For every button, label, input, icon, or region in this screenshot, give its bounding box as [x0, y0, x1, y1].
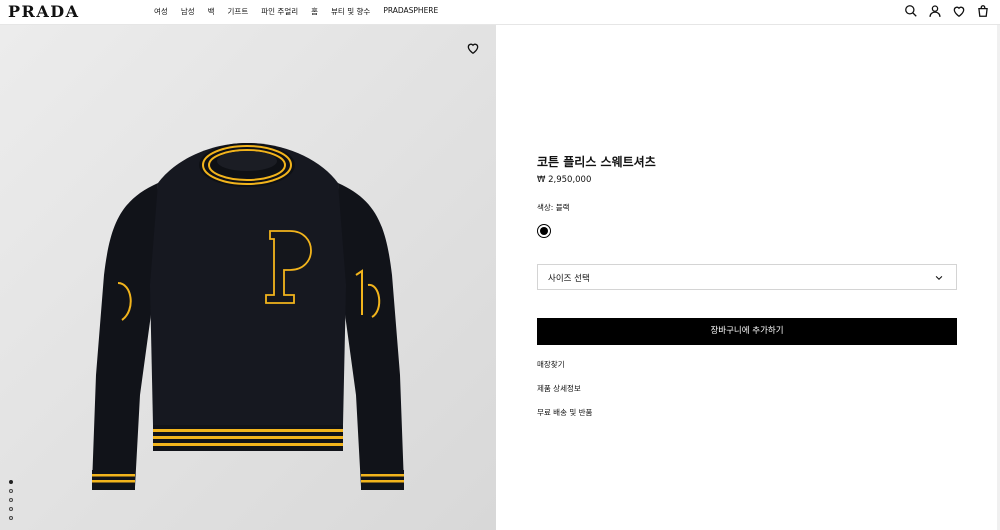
add-to-cart-button[interactable]: 장바구니에 추가하기 [537, 318, 957, 345]
gallery-dot[interactable] [9, 516, 13, 520]
nav-men[interactable]: 남성 [181, 6, 195, 17]
nav-gifts[interactable]: 기프트 [228, 6, 249, 17]
wishlist-icon[interactable] [952, 4, 966, 18]
search-icon[interactable] [904, 4, 918, 18]
nav-fine-jewelry[interactable]: 파인 주얼리 [261, 6, 298, 17]
header-actions [904, 4, 990, 18]
add-to-wishlist-icon[interactable] [466, 40, 480, 55]
prada-logo[interactable]: PRADA [8, 2, 80, 21]
product-details-link[interactable]: 제품 상세정보 [537, 383, 581, 394]
site-header: PRADA 여성 남성 백 기프트 파인 주얼리 홈 뷰티 및 향수 PRADA… [0, 0, 1000, 25]
chevron-down-icon [935, 275, 943, 280]
gallery-pagination [9, 480, 13, 520]
nav-beauty[interactable]: 뷰티 및 향수 [331, 6, 370, 17]
size-select-label: 사이즈 선택 [548, 274, 590, 284]
sweater-image [0, 25, 496, 530]
gallery-dot[interactable] [9, 480, 13, 484]
nav-pradasphere[interactable]: PRADASPHERE [383, 6, 438, 17]
product-image-pane[interactable] [0, 25, 496, 530]
product-title: 코튼 플리스 스웨트셔츠 [537, 155, 656, 169]
nav-home[interactable]: 홈 [311, 6, 318, 17]
size-select[interactable]: 사이즈 선택 [537, 264, 957, 290]
store-locator-link[interactable]: 매장찾기 [537, 359, 565, 370]
gallery-dot[interactable] [9, 498, 13, 502]
nav-women[interactable]: 여성 [154, 6, 168, 17]
account-icon[interactable] [928, 4, 942, 18]
color-label: 색상: 블랙 [537, 203, 570, 212]
gallery-dot[interactable] [9, 507, 13, 511]
main-nav: 여성 남성 백 기프트 파인 주얼리 홈 뷰티 및 향수 PRADASPHERE [154, 6, 438, 17]
nav-bags[interactable]: 백 [208, 6, 215, 17]
gallery-dot[interactable] [9, 489, 13, 493]
swatch-fill [540, 227, 548, 235]
product-price: ₩ 2,950,000 [537, 175, 592, 185]
cart-icon[interactable] [976, 4, 990, 18]
color-swatch-black[interactable] [537, 224, 551, 238]
shipping-returns-link[interactable]: 무료 배송 및 반품 [537, 407, 592, 418]
